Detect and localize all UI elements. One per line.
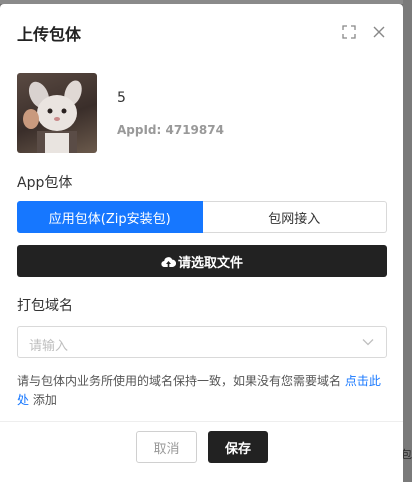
tab-zip-package[interactable]: 应用包体(Zip安装包) [17,201,203,233]
modal-title: 上传包体 [17,25,82,44]
app-name: 5 [117,90,126,106]
expand-icon[interactable] [342,24,356,39]
domain-section-label: 打包域名 [17,298,73,314]
cancel-button[interactable]: 取消 [136,431,197,463]
package-section-label: App包体 [17,175,73,191]
select-file-label: 请选取文件 [177,255,243,271]
backdrop-right [403,0,412,482]
footer-divider [0,421,403,422]
domain-hint-text: 请与包体内业务所使用的域名保持一致，如果没有您需要域名 [17,374,345,388]
package-type-segmented: 应用包体(Zip安装包) 包网接入 [17,201,387,233]
cloud-upload-icon [161,256,176,267]
app-info: 5 AppId: 4719874 [17,73,397,155]
select-file-button[interactable]: 请选取文件 [17,245,387,277]
upload-package-modal: 上传包体 5 AppId: 4719874 App包体 应用包体(Zip安装包)… [0,4,403,482]
domain-hint: 请与包体内业务所使用的域名保持一致，如果没有您需要域名 点击此处 添加 [17,372,387,410]
modal-header: 上传包体 [0,4,403,56]
domain-select-placeholder: 请输入 [29,339,69,354]
tab-package-network[interactable]: 包网接入 [202,201,387,233]
chevron-down-icon [362,339,374,346]
app-id: AppId: 4719874 [117,123,224,137]
close-icon[interactable] [372,24,386,38]
domain-hint-suffix: 添加 [29,393,57,407]
domain-select[interactable]: 请输入 [17,326,387,358]
save-button[interactable]: 保存 [208,431,268,463]
app-avatar [17,73,97,153]
